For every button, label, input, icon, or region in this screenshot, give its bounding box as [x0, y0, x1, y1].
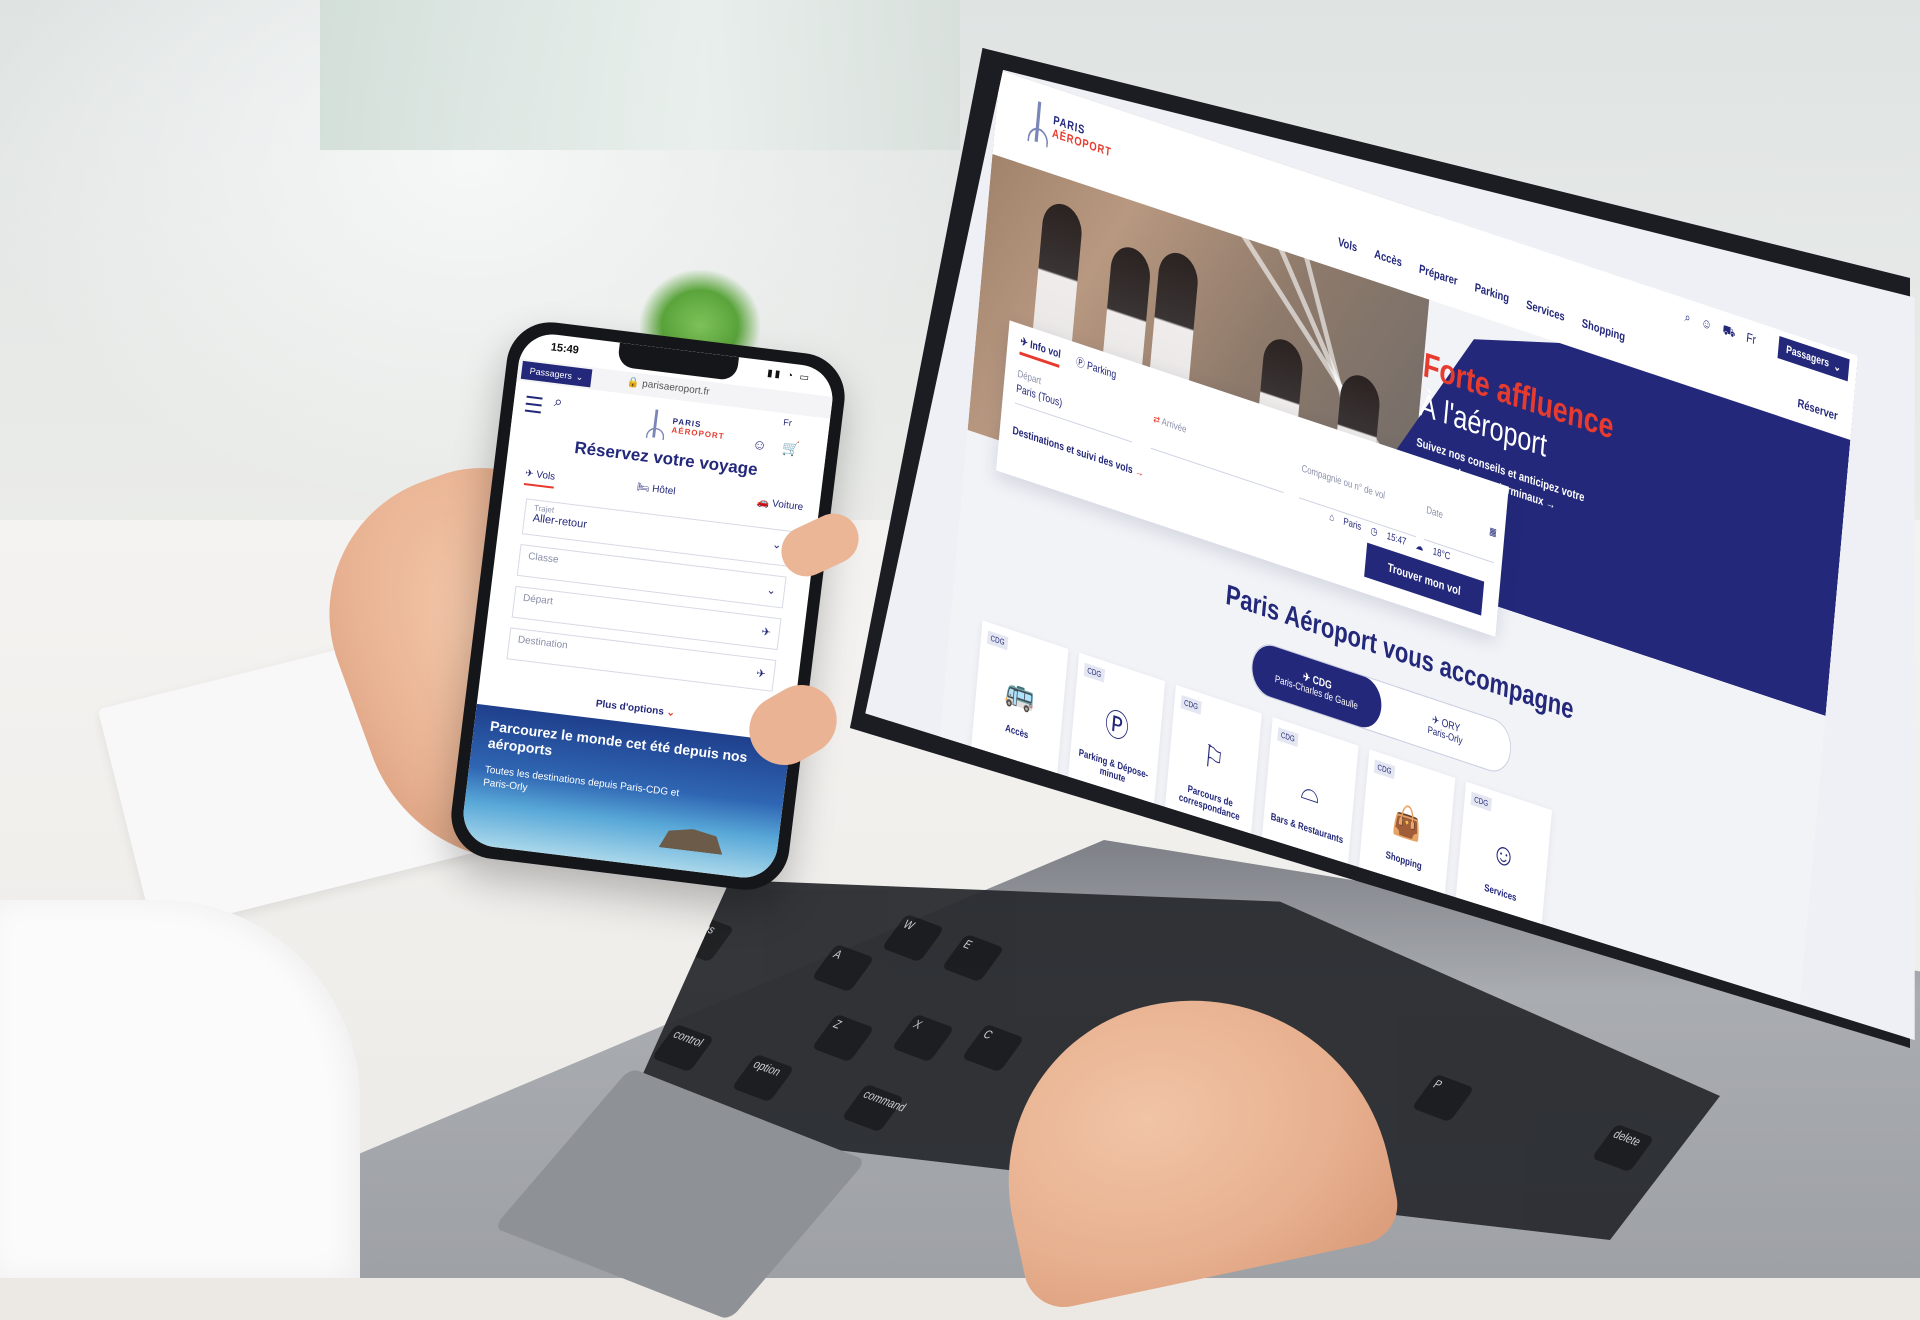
key-a[interactable]: A — [811, 943, 875, 993]
window — [320, 0, 960, 150]
cloche-icon: ⌓ — [1299, 771, 1322, 811]
eiffel-logo-icon — [1026, 98, 1050, 145]
promo-banner[interactable]: Parcourez le monde cet été depuis nos aé… — [459, 703, 791, 882]
language-select[interactable]: Fr — [783, 417, 793, 428]
connection-icon: ⚐ — [1201, 738, 1226, 779]
status-time: 15:49 — [550, 341, 580, 357]
key-option[interactable]: option — [731, 1053, 795, 1103]
chevron-down-icon: ⌄ — [665, 707, 676, 720]
chevron-down-icon: ⌄ — [575, 371, 585, 382]
parking-icon: Ⓟ — [1103, 706, 1131, 747]
key-z[interactable]: Z — [811, 1013, 875, 1063]
key-command[interactable]: command — [841, 1083, 908, 1133]
arrivee-field[interactable]: ⇄ Arrivée — [1150, 413, 1287, 493]
beach-hut-image — [651, 824, 733, 856]
tile-badge: CDG — [1470, 791, 1492, 812]
reserver-link[interactable]: Réserver — [1797, 396, 1838, 423]
nav-item-shopping[interactable]: Shopping — [1581, 316, 1625, 344]
passagers-dropdown[interactable]: Passagers ⌄ — [1777, 336, 1850, 382]
tile-badge: CDG — [1373, 759, 1396, 780]
menu-icon[interactable] — [524, 395, 543, 414]
nav-item-preparer[interactable]: Préparer — [1418, 261, 1458, 288]
tile-badge: CDG — [1180, 694, 1202, 715]
bed-icon: 🛏 — [636, 481, 653, 495]
tile-label: Bars & Restaurants — [1270, 811, 1344, 847]
search-icon[interactable]: ⌕ — [553, 393, 563, 411]
user-icon[interactable]: ☺ — [1700, 314, 1713, 335]
eiffel-logo-icon — [645, 409, 666, 439]
eiffel-icon: ⌂ — [1328, 511, 1335, 525]
tile-badge: CDG — [986, 630, 1009, 651]
tile-label: Accès — [1004, 722, 1029, 742]
passagers-label: Passagers — [1785, 343, 1830, 370]
logo-text: PARIS AÉROPORT — [671, 416, 726, 442]
search-icon[interactable]: ⌕ — [1684, 309, 1691, 329]
phone-logo[interactable]: PARIS AÉROPORT — [640, 402, 728, 452]
weather-city: Paris — [1342, 516, 1362, 534]
weather-temp: 18°C — [1432, 546, 1451, 563]
phone-screen: 15:49 ▮▮ ◔ ▭ Passagers ⌄ 🔒 parisaeroport.… — [459, 330, 837, 882]
nav-item-services[interactable]: Services — [1526, 297, 1566, 324]
plane-arrival-icon: ✈ — [755, 667, 767, 681]
signal-wifi-battery-icon: ▮▮ ◔ ▭ — [766, 367, 812, 385]
shopping-bag-icon: 👜 — [1390, 801, 1424, 845]
car-icon: 🚗 — [756, 496, 773, 510]
calendar-icon: ▦ — [1488, 525, 1498, 540]
key-w[interactable]: W — [881, 913, 945, 963]
chevron-down-icon: ⌄ — [765, 584, 777, 598]
key-c[interactable]: C — [961, 1023, 1025, 1073]
bus-icon: 🚌 — [1004, 672, 1037, 716]
cart-icon[interactable]: 🛒 — [781, 439, 800, 458]
smartphone: 15:49 ▮▮ ◔ ▭ Passagers ⌄ 🔒 parisaeroport.… — [446, 317, 850, 895]
tile-badge: CDG — [1083, 662, 1105, 683]
chevron-down-icon: ⌄ — [1833, 359, 1842, 375]
site-logo[interactable]: PARIS AÉROPORT — [1026, 98, 1114, 166]
tab-voiture[interactable]: 🚗 Voiture — [756, 496, 803, 520]
arrow-right-icon: → — [1134, 465, 1145, 481]
cart-icon[interactable]: ⛟ — [1722, 321, 1736, 343]
key-x[interactable]: X — [891, 1013, 955, 1063]
arrow-right-icon: → — [1545, 495, 1557, 513]
url-text: 🔒 parisaeroport.fr — [626, 376, 711, 398]
agent-icon: ☺ — [1490, 834, 1518, 876]
tab-hotel[interactable]: 🛏 Hôtel — [635, 482, 676, 504]
nav-item-parking[interactable]: Parking — [1474, 280, 1510, 305]
key-delete[interactable]: delete — [1591, 1123, 1655, 1173]
nav-item-acces[interactable]: Accès — [1374, 246, 1403, 269]
user-icon[interactable]: ☺ — [752, 436, 768, 454]
plane-departure-icon: ✈ — [760, 626, 772, 640]
tab-info-vol[interactable]: ✈ Info vol — [1019, 334, 1062, 368]
tab-vols[interactable]: ✈ Vols — [523, 468, 556, 489]
language-select[interactable]: Fr — [1745, 329, 1757, 350]
header-icons: ⌕ ☺ ⛟ Fr — [1684, 309, 1757, 351]
tab-parking[interactable]: Ⓟ Parking — [1075, 353, 1117, 386]
logo-text: PARIS AÉROPORT — [1051, 112, 1113, 160]
tile-badge: CDG — [1277, 727, 1299, 747]
nav-item-vols[interactable]: Vols — [1337, 234, 1357, 254]
clock-icon: ◷ — [1370, 525, 1378, 539]
key-p[interactable]: P — [1411, 1073, 1475, 1123]
weather-icon: ☁ — [1415, 540, 1424, 554]
key-e[interactable]: E — [941, 933, 1005, 983]
